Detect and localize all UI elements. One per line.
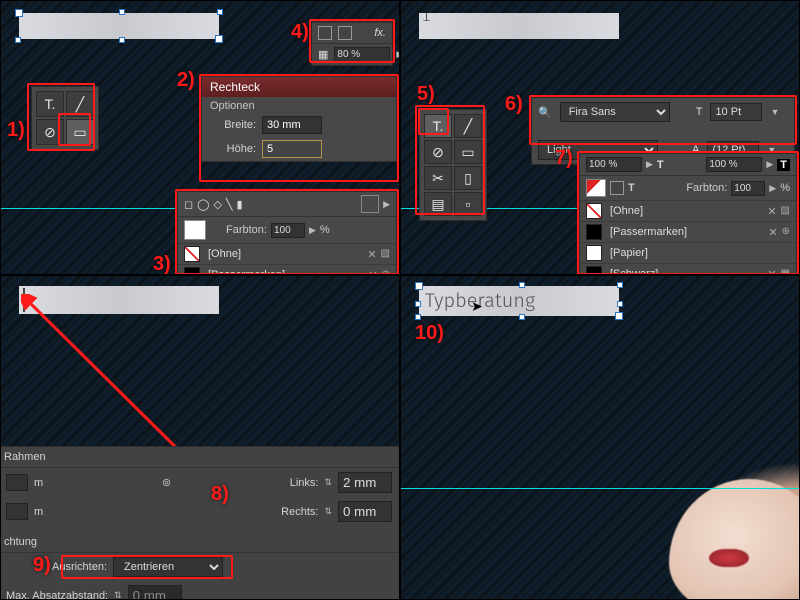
highlight-fx — [309, 19, 395, 63]
links-input[interactable] — [338, 472, 392, 493]
step-number-9: 9) — [33, 554, 51, 577]
step-number-5: 5) — [417, 83, 435, 106]
step-number-10: 10) — [415, 322, 444, 345]
m-unit: m — [34, 506, 43, 518]
text-caret — [23, 288, 25, 312]
mouse-cursor-icon: ➤ — [471, 298, 483, 315]
links-label: Links: — [290, 477, 319, 489]
max-spacing-input[interactable] — [128, 585, 182, 600]
stepper-icon[interactable]: ⇅ — [114, 590, 122, 600]
highlight-align — [61, 555, 233, 579]
result-text-frame[interactable]: Typberatung — [419, 286, 619, 316]
step-number-6: 6) — [505, 93, 523, 116]
inset-header: Rahmen — [0, 447, 400, 468]
step-number-1: 1) — [7, 119, 25, 142]
rechts-label: Rechts: — [281, 506, 318, 518]
step-panel-3: Rahmen m ⊚ Links: ⇅ m Rechts: ⇅ chtun — [0, 275, 400, 600]
rechts-input[interactable] — [338, 501, 392, 522]
lips-shape — [709, 549, 749, 567]
highlight-swatches — [175, 189, 399, 275]
step-number-8: 8) — [211, 483, 229, 506]
text-cursor-icon: 𝙸 — [421, 8, 432, 26]
inset-top-input[interactable] — [6, 474, 28, 491]
inset-bottom-input[interactable] — [6, 503, 28, 520]
step-panel-4: Typberatung ➤ 10) — [400, 275, 800, 600]
highlight-rect-dialog — [199, 74, 399, 182]
step-number-2: 2) — [177, 69, 195, 92]
text-frame[interactable] — [19, 286, 219, 314]
highlight-tools — [27, 83, 95, 151]
step-number-4: 4) — [291, 21, 309, 44]
rectangle-frame[interactable] — [19, 13, 219, 39]
highlight-char-panel — [529, 95, 797, 145]
step-panel-2: 𝙸 T. ╱ ⊘ ▭ ✂ ▯ ▤ ▫ 5) 🔍 Fira Sans T ▼ Li… — [400, 0, 800, 275]
max-spacing-label: Max. Absatzabstand: — [6, 590, 108, 600]
guide-horizontal — [401, 488, 799, 489]
m-unit: m — [34, 477, 43, 489]
highlight-tools — [415, 105, 485, 215]
step-panel-1: T. ╱ ⊘ ▭ 1) Rechteck Optionen Breite: Hö… — [0, 0, 400, 275]
link-inset-icon[interactable]: ⊚ — [162, 476, 171, 489]
stepper-icon[interactable]: ⇅ — [324, 477, 332, 488]
vjust-header: chtung — [0, 532, 400, 553]
step-number-7: 7) — [555, 147, 573, 170]
step-number-3: 3) — [153, 253, 171, 275]
text-frame[interactable] — [419, 13, 619, 39]
stepper-icon[interactable]: ⇅ — [324, 506, 332, 517]
highlight-text-fill-panel — [577, 151, 799, 275]
